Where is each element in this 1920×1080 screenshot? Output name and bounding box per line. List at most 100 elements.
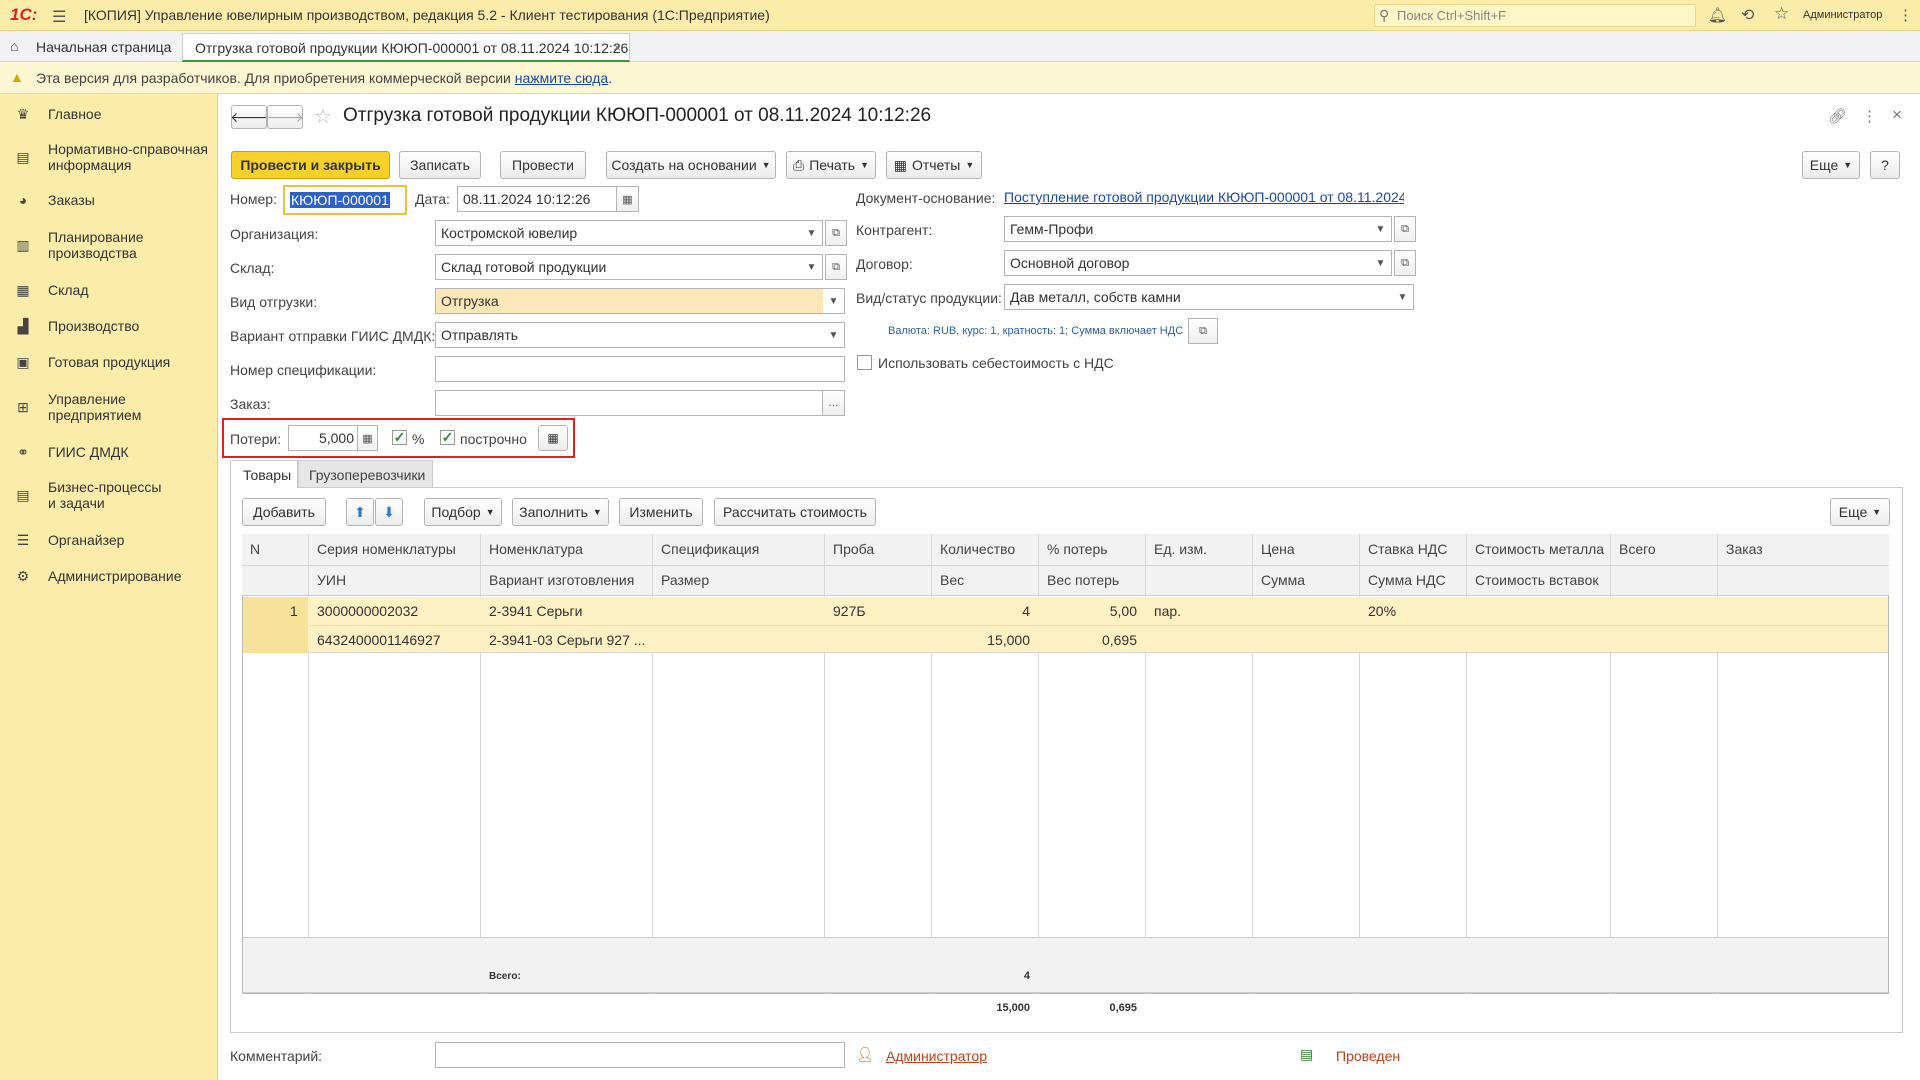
cost-vat-checkbox[interactable] <box>857 355 872 370</box>
col-unit[interactable]: Ед. изм. <box>1154 541 1207 557</box>
save-button[interactable]: Записать <box>399 151 481 179</box>
currency-info[interactable]: Валюта: RUB, курс: 1, кратность: 1; Сумм… <box>888 325 1183 337</box>
sidebar-item-production[interactable]: ▟ Производство <box>0 316 217 336</box>
col-total[interactable]: Всего <box>1619 541 1656 557</box>
contractor-open-icon[interactable]: ⧉ <box>1394 216 1416 242</box>
forward-button[interactable]: 🡒 <box>266 105 304 129</box>
col-n[interactable]: N <box>250 541 260 557</box>
col-spec[interactable]: Спецификация <box>661 541 759 557</box>
col-vat-rate[interactable]: Ставка НДС <box>1368 541 1447 557</box>
col-price[interactable]: Цена <box>1261 541 1295 557</box>
col-size[interactable]: Размер <box>661 572 709 588</box>
number-field[interactable]: КЮЮП-000001 <box>283 185 407 215</box>
order-field[interactable] <box>435 390 823 416</box>
col-vat-sum[interactable]: Сумма НДС <box>1368 572 1446 588</box>
org-dropdown-icon[interactable]: ▼ <box>801 220 823 246</box>
fill-button[interactable]: Заполнить ▼ <box>512 498 609 526</box>
add-button[interactable]: Добавить <box>242 498 326 526</box>
favorite-star-icon[interactable]: ☆ <box>314 104 332 129</box>
search-input[interactable]: Поиск Ctrl+Shift+F <box>1397 8 1506 23</box>
status-dropdown-icon[interactable]: ▼ <box>1392 284 1414 310</box>
row-checkbox[interactable]: ✓ <box>440 430 455 445</box>
sidebar-item-bp[interactable]: ▤ Бизнес-процессы и задачи <box>0 478 217 512</box>
org-field[interactable]: Костромской ювелир <box>435 220 805 246</box>
col-item[interactable]: Номенклатура <box>489 541 583 557</box>
move-down-button[interactable]: ⬇ <box>375 498 403 526</box>
comment-field[interactable] <box>435 1042 845 1068</box>
col-loss-pct[interactable]: % потерь <box>1047 541 1108 557</box>
table-more-button[interactable]: Еще ▼ <box>1830 498 1890 526</box>
subtab-goods[interactable]: Товары <box>230 460 298 488</box>
col-uin[interactable]: УИН <box>317 572 346 588</box>
losses-calc-button[interactable]: ▦ <box>538 425 568 451</box>
date-field[interactable]: 08.11.2024 10:12:26 <box>457 186 617 212</box>
org-open-icon[interactable]: ⧉ <box>825 220 847 246</box>
sidebar-item-enterprise[interactable]: ⊞ Управление предприятием <box>0 390 217 424</box>
col-sum[interactable]: Сумма <box>1261 572 1305 588</box>
currency-edit-icon[interactable]: ⧉ <box>1188 318 1218 344</box>
post-and-close-button[interactable]: Провести и закрыть <box>231 151 390 179</box>
history-icon[interactable]: ⟲ <box>1741 5 1754 25</box>
col-loss-weight[interactable]: Вес потерь <box>1047 572 1119 588</box>
col-series[interactable]: Серия номенклатуры <box>317 541 456 557</box>
contractor-field[interactable]: Гемм-Профи <box>1004 216 1374 242</box>
close-icon[interactable]: × <box>1892 105 1902 125</box>
col-order[interactable]: Заказ <box>1726 541 1763 557</box>
giis-field[interactable]: Отправлять <box>435 322 827 348</box>
user-name[interactable]: Администратор <box>1803 9 1882 21</box>
col-weight[interactable]: Вес <box>940 572 964 588</box>
sidebar-item-planning[interactable]: ▥ Планирование производства <box>0 228 217 262</box>
more-icon[interactable]: ⋮ <box>1898 6 1913 24</box>
help-button[interactable]: ? <box>1870 151 1900 179</box>
col-variant[interactable]: Вариант изготовления <box>489 572 634 588</box>
sidebar-item-main[interactable]: ♛ Главное <box>0 104 217 124</box>
product-status-field[interactable]: Дав металл, собств камни <box>1004 284 1396 310</box>
favorites-icon[interactable]: ☆ <box>1774 4 1789 24</box>
contract-dropdown-icon[interactable]: ▼ <box>1370 250 1392 276</box>
calendar-icon[interactable]: ▦ <box>617 186 639 212</box>
sidebar-item-admin[interactable]: ⚙ Администрирование <box>0 566 217 586</box>
print-button[interactable]: ⎙ Печать ▼ <box>786 151 876 179</box>
tab-home[interactable]: Начальная страница <box>36 39 171 55</box>
col-metal-cost[interactable]: Стоимость металла <box>1475 541 1604 557</box>
order-select-icon[interactable]: … <box>823 390 845 416</box>
search-box[interactable]: ⚲ Поиск Ctrl+Shift+F <box>1374 4 1696 27</box>
col-assay[interactable]: Проба <box>833 541 874 557</box>
edit-button[interactable]: Изменить <box>619 498 703 526</box>
contract-open-icon[interactable]: ⧉ <box>1394 250 1416 276</box>
calculator-icon[interactable]: ▦ <box>358 425 378 451</box>
basis-link[interactable]: Поступление готовой продукции КЮЮП-00000… <box>1004 189 1404 205</box>
post-button[interactable]: Провести <box>500 151 586 179</box>
pick-button[interactable]: Подбор ▼ <box>424 498 502 526</box>
col-qty[interactable]: Количество <box>940 541 1015 557</box>
create-based-button[interactable]: Создать на основании ▼ <box>606 151 776 179</box>
col-insert-cost[interactable]: Стоимость вставок <box>1475 572 1599 588</box>
losses-field[interactable]: 5,000 <box>288 425 358 451</box>
back-button[interactable]: 🡐 <box>230 105 268 129</box>
sidebar-item-organizer[interactable]: ☰ Органайзер <box>0 530 217 550</box>
sidebar-item-finished[interactable]: ▣ Готовая продукция <box>0 352 217 372</box>
move-up-button[interactable]: ⬆ <box>346 498 374 526</box>
sidebar-item-warehouse[interactable]: ▦ Склад <box>0 280 217 300</box>
warehouse-field[interactable]: Склад готовой продукции <box>435 254 805 280</box>
calc-cost-button[interactable]: Рассчитать стоимость <box>714 498 876 526</box>
subtab-carriers[interactable]: Грузоперевозчики <box>298 460 433 488</box>
author-link[interactable]: Администратор <box>886 1048 987 1064</box>
doc-menu-icon[interactable]: ⋮ <box>1862 107 1877 125</box>
giis-dropdown-icon[interactable]: ▼ <box>823 322 845 348</box>
close-tab-icon[interactable]: × <box>613 39 621 55</box>
link-copy-icon[interactable]: 🔗︎ <box>1828 107 1847 125</box>
sidebar-item-nsi[interactable]: ▤ Нормативно-справочная информация <box>0 140 217 174</box>
sidebar-item-orders[interactable]: ◕ Заказы <box>0 190 217 210</box>
shiptype-field[interactable]: Отгрузка <box>435 288 827 314</box>
percent-checkbox[interactable]: ✓ <box>392 430 407 445</box>
warehouse-open-icon[interactable]: ⧉ <box>825 254 847 280</box>
reports-button[interactable]: ▦ Отчеты ▼ <box>886 151 982 179</box>
spec-field[interactable] <box>435 356 845 382</box>
bell-icon[interactable]: 🔔︎ <box>1708 6 1727 24</box>
shiptype-dropdown-icon[interactable]: ▼ <box>823 288 845 314</box>
contract-field[interactable]: Основной договор <box>1004 250 1374 276</box>
warehouse-dropdown-icon[interactable]: ▼ <box>801 254 823 280</box>
tab-document[interactable]: Отгрузка готовой продукции КЮЮП-000001 о… <box>182 33 630 62</box>
sidebar-item-giis[interactable]: ⚭ ГИИС ДМДК <box>0 442 217 462</box>
